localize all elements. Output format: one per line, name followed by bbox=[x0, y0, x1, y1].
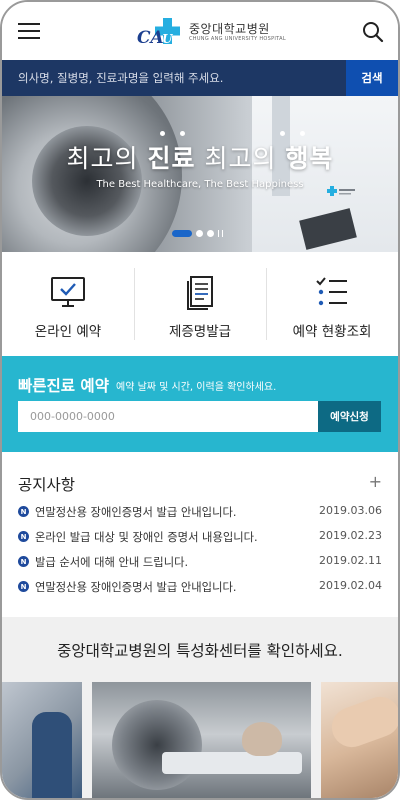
title-accent-dot bbox=[160, 131, 165, 136]
pause-icon[interactable] bbox=[218, 229, 223, 237]
notice-text[interactable]: 온라인 발급 대상 및 장애인 증명서 내용입니다. bbox=[35, 529, 258, 545]
center-thumbnail[interactable] bbox=[92, 682, 311, 798]
hero-title: 최고의 진료 최고의 행복 bbox=[66, 144, 334, 173]
notice-item[interactable]: N 연말정산용 장애인증명서 발급 안내입니다. 2019.02.04 bbox=[18, 577, 382, 602]
notice-item[interactable]: N 발급 순서에 대해 안내 드립니다. 2019.02.11 bbox=[18, 552, 382, 577]
carousel-pager bbox=[172, 229, 223, 237]
notice-item[interactable]: N 연말정산용 장애인증명서 발급 안내입니다. 2019.03.06 bbox=[18, 502, 382, 527]
new-badge: N bbox=[18, 556, 29, 567]
specialized-centers-section: 중앙대학교병원의 특성화센터를 확인하세요. bbox=[2, 617, 398, 798]
cau-logo-mark: CA U bbox=[137, 17, 183, 48]
notice-date: 2019.02.11 bbox=[319, 554, 382, 567]
notice-text[interactable]: 연말정산용 장애인증명서 발급 안내입니다. bbox=[35, 579, 236, 595]
title-accent-dot bbox=[180, 131, 185, 136]
hero-banner[interactable]: 최고의 진료 최고의 행복 The Best Healthcare, The B… bbox=[2, 96, 398, 252]
quick-menu-label: 온라인 예약 bbox=[34, 324, 102, 340]
search-icon[interactable] bbox=[362, 21, 384, 43]
svg-text:CA: CA bbox=[137, 28, 164, 47]
notice-section: 공지사항 + N 연말정산용 장애인증명서 발급 안내입니다. 2019.03.… bbox=[2, 452, 398, 617]
phone-number-input[interactable] bbox=[18, 401, 318, 432]
hospital-logo[interactable]: CA U 중앙대학교병원 CHUNG ANG UNIVERSITY HOSPIT… bbox=[137, 16, 286, 48]
document-icon bbox=[182, 274, 218, 310]
new-badge: N bbox=[18, 506, 29, 517]
notice-text[interactable]: 발급 순서에 대해 안내 드립니다. bbox=[35, 554, 188, 570]
quick-appointment-description: 예약 날짜 및 시간, 이력을 확인하세요. bbox=[116, 382, 277, 393]
phone-frame: CA U 중앙대학교병원 CHUNG ANG UNIVERSITY HOSPIT… bbox=[0, 0, 400, 800]
notice-date: 2019.03.06 bbox=[319, 504, 382, 517]
center-thumbnail[interactable] bbox=[321, 682, 398, 798]
center-thumbnail[interactable] bbox=[2, 682, 82, 798]
new-badge: N bbox=[18, 581, 29, 592]
quick-menu-online-reservation[interactable]: 온라인 예약 bbox=[2, 252, 134, 356]
svg-text:U: U bbox=[162, 32, 174, 46]
title-accent-dot bbox=[300, 131, 305, 136]
search-button[interactable]: 검색 bbox=[346, 60, 398, 96]
new-badge: N bbox=[18, 531, 29, 542]
centers-title: 중앙대학교병원의 특성화센터를 확인하세요. bbox=[57, 642, 343, 660]
quick-menu: 온라인 예약 제증명발급 예약 현황조회 bbox=[2, 252, 398, 356]
hamburger-menu-icon[interactable] bbox=[18, 23, 40, 39]
quick-menu-reservation-status[interactable]: 예약 현황조회 bbox=[266, 252, 398, 356]
notice-date: 2019.02.23 bbox=[319, 529, 382, 542]
search-bar: 검색 bbox=[2, 60, 398, 96]
quick-appointment-title: 빠른진료 예약 bbox=[18, 377, 109, 395]
search-input[interactable] bbox=[2, 60, 342, 96]
pager-dot[interactable] bbox=[207, 229, 214, 237]
pager-dot[interactable] bbox=[196, 229, 203, 237]
logo-name-en: CHUNG ANG UNIVERSITY HOSPITAL bbox=[189, 35, 286, 42]
pager-dot-active[interactable] bbox=[172, 229, 192, 237]
quick-menu-label: 제증명발급 bbox=[168, 324, 232, 340]
logo-name: 중앙대학교병원 bbox=[189, 21, 270, 36]
notice-item[interactable]: N 온라인 발급 대상 및 장애인 증명서 내용입니다. 2019.02.23 bbox=[18, 527, 382, 552]
title-accent-dot bbox=[280, 131, 285, 136]
notice-date: 2019.02.04 bbox=[319, 579, 382, 592]
apply-reservation-button[interactable]: 예약신청 bbox=[318, 401, 381, 432]
notice-more-button[interactable]: + bbox=[369, 472, 382, 491]
hero-subtitle: The Best Healthcare, The Best Happiness bbox=[96, 179, 304, 190]
notice-title: 공지사항 bbox=[18, 476, 76, 494]
app-header: CA U 중앙대학교병원 CHUNG ANG UNIVERSITY HOSPIT… bbox=[2, 2, 398, 60]
ct-scanner-image bbox=[112, 700, 202, 790]
monitor-check-icon bbox=[50, 274, 86, 310]
quick-appointment-section: 빠른진료 예약 예약 날짜 및 시간, 이력을 확인하세요. 예약신청 bbox=[2, 356, 398, 452]
quick-menu-certificate[interactable]: 제증명발급 bbox=[134, 252, 266, 356]
notice-text[interactable]: 연말정산용 장애인증명서 발급 안내입니다. bbox=[35, 504, 236, 520]
checklist-icon bbox=[314, 274, 350, 310]
patient-bed-image bbox=[162, 752, 302, 774]
quick-menu-label: 예약 현황조회 bbox=[292, 324, 372, 340]
notice-list: N 연말정산용 장애인증명서 발급 안내입니다. 2019.03.06 N 온라… bbox=[18, 502, 382, 602]
